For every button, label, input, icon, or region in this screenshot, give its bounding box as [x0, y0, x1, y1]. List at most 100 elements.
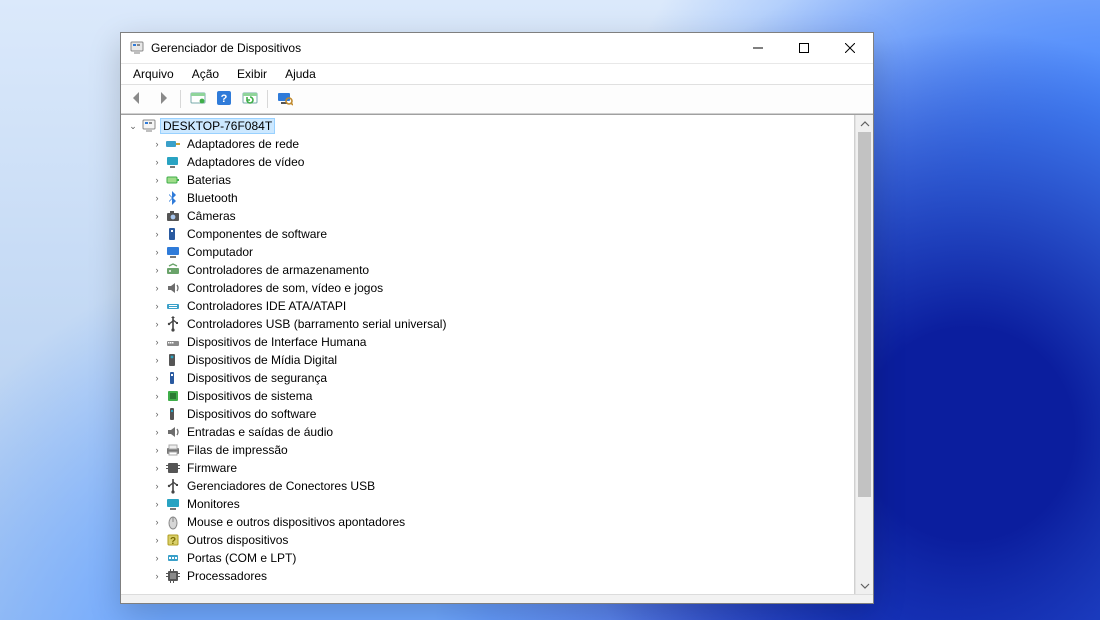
tree-category-node[interactable]: ›Computador	[121, 243, 854, 261]
tree-node-label: Dispositivos de Interface Humana	[187, 335, 366, 349]
print-queue-icon	[165, 442, 181, 458]
tree-category-node[interactable]: › Monitores	[121, 495, 854, 513]
scroll-track[interactable]	[856, 132, 873, 577]
tree-category-node[interactable]: › Dispositivos de Mídia Digital	[121, 351, 854, 369]
monitor-icon	[165, 496, 181, 512]
storage-controller-icon	[165, 262, 181, 278]
ide-controller-icon	[165, 298, 181, 314]
scan-button[interactable]	[273, 88, 297, 110]
scroll-thumb[interactable]	[858, 132, 871, 497]
expand-arrow-icon[interactable]: ›	[151, 246, 163, 258]
tree-category-node[interactable]: ›?Outros dispositivos	[121, 531, 854, 549]
system-device-icon	[165, 388, 181, 404]
menu-acao[interactable]: Ação	[184, 65, 227, 83]
sound-controller-icon	[165, 280, 181, 296]
expand-arrow-icon[interactable]: ›	[151, 480, 163, 492]
port-icon	[165, 550, 181, 566]
forward-button[interactable]	[151, 88, 175, 110]
expand-arrow-icon[interactable]: ›	[151, 138, 163, 150]
expand-arrow-icon[interactable]: ›	[151, 300, 163, 312]
expand-arrow-icon[interactable]: ›	[151, 462, 163, 474]
tree-node-label: Filas de impressão	[187, 443, 288, 457]
expand-arrow-icon[interactable]: ›	[151, 390, 163, 402]
maximize-button[interactable]	[781, 33, 827, 63]
tree-category-node[interactable]: › Controladores USB (barramento serial un…	[121, 315, 854, 333]
tree-category-node[interactable]: › Adaptadores de rede	[121, 135, 854, 153]
expand-arrow-icon[interactable]: ›	[151, 192, 163, 204]
tree-category-node[interactable]: › Dispositivos de Interface Humana	[121, 333, 854, 351]
tree-node-label: Adaptadores de rede	[187, 137, 299, 151]
computer-category-icon	[165, 244, 181, 260]
scroll-down-button[interactable]	[856, 577, 873, 594]
back-button[interactable]	[125, 88, 149, 110]
tree-category-node[interactable]: › Mouse e outros dispositivos apontadores	[121, 513, 854, 531]
expand-arrow-icon[interactable]: ›	[151, 156, 163, 168]
tree-node-label: Controladores USB (barramento serial uni…	[187, 317, 446, 331]
arrow-right-icon	[155, 90, 171, 109]
tree-node-label: Controladores de armazenamento	[187, 263, 369, 277]
expand-arrow-icon[interactable]: ›	[151, 444, 163, 456]
tree-category-node[interactable]: › Baterias	[121, 171, 854, 189]
tree-category-node[interactable]: ›Controladores de som, vídeo e jogos	[121, 279, 854, 297]
device-tree[interactable]: ⌄DESKTOP-76F084T › Adaptadores de rede ›Ada…	[121, 115, 854, 594]
tree-category-node[interactable]: ›Entradas e saídas de áudio	[121, 423, 854, 441]
computer-icon	[141, 118, 157, 134]
tree-node-label: Baterias	[187, 173, 231, 187]
expand-arrow-icon[interactable]: ›	[151, 534, 163, 546]
expand-arrow-icon[interactable]: ›	[151, 498, 163, 510]
menu-ajuda[interactable]: Ajuda	[277, 65, 324, 83]
tree-category-node[interactable]: ›Adaptadores de vídeo	[121, 153, 854, 171]
tree-node-label: Outros dispositivos	[187, 533, 288, 547]
monitor-scan-icon	[277, 90, 293, 109]
display-adapter-icon	[165, 154, 181, 170]
toolbar-separator	[267, 90, 268, 108]
minimize-button[interactable]	[735, 33, 781, 63]
tree-root-node[interactable]: ⌄DESKTOP-76F084T	[121, 117, 854, 135]
refresh-button[interactable]	[238, 88, 262, 110]
tree-category-node[interactable]: ›Firmware	[121, 459, 854, 477]
tree-node-label: Dispositivos de sistema	[187, 389, 312, 403]
expand-arrow-icon[interactable]: ›	[151, 426, 163, 438]
camera-icon	[165, 208, 181, 224]
expand-arrow-icon[interactable]: ›	[151, 318, 163, 330]
expand-arrow-icon[interactable]: ›	[151, 336, 163, 348]
tree-category-node[interactable]: ›Bluetooth	[121, 189, 854, 207]
expand-arrow-icon[interactable]: ›	[151, 552, 163, 564]
expand-arrow-icon[interactable]: ›	[151, 264, 163, 276]
tree-category-node[interactable]: ›Processadores	[121, 567, 854, 585]
vertical-scrollbar[interactable]	[855, 115, 873, 594]
expand-arrow-icon[interactable]: ›	[151, 228, 163, 240]
tree-category-node[interactable]: ›Câmeras	[121, 207, 854, 225]
tree-category-node[interactable]: ›Dispositivos de segurança	[121, 369, 854, 387]
titlebar[interactable]: Gerenciador de Dispositivos	[121, 33, 873, 64]
tree-category-node[interactable]: › Filas de impressão	[121, 441, 854, 459]
tree-category-node[interactable]: › Dispositivos de sistema	[121, 387, 854, 405]
expand-arrow-icon[interactable]: ›	[151, 372, 163, 384]
expand-arrow-icon[interactable]: ›	[151, 354, 163, 366]
expand-arrow-icon[interactable]: ›	[151, 408, 163, 420]
tree-category-node[interactable]: ›Portas (COM e LPT)	[121, 549, 854, 567]
menu-arquivo[interactable]: Arquivo	[125, 65, 182, 83]
tree-node-label: Monitores	[187, 497, 240, 511]
menu-exibir[interactable]: Exibir	[229, 65, 275, 83]
panel-refresh-icon	[242, 90, 258, 109]
tree-node-label: Dispositivos de Mídia Digital	[187, 353, 337, 367]
tree-category-node[interactable]: ›Dispositivos do software	[121, 405, 854, 423]
usb-controller-icon	[165, 316, 181, 332]
help-button[interactable]: ?	[212, 88, 236, 110]
expand-arrow-icon[interactable]: ›	[151, 282, 163, 294]
tree-category-node[interactable]: ›Gerenciadores de Conectores USB	[121, 477, 854, 495]
expand-arrow-icon[interactable]: ›	[151, 174, 163, 186]
tree-category-node[interactable]: ›Controladores IDE ATA/ATAPI	[121, 297, 854, 315]
expand-arrow-icon[interactable]: ›	[151, 570, 163, 582]
close-button[interactable]	[827, 33, 873, 63]
expand-arrow-icon[interactable]: ›	[151, 516, 163, 528]
expand-arrow-icon[interactable]: ›	[151, 210, 163, 222]
window-controls	[735, 33, 873, 63]
tree-category-node[interactable]: ›Componentes de software	[121, 225, 854, 243]
tree-category-node[interactable]: › Controladores de armazenamento	[121, 261, 854, 279]
tree-node-label: Mouse e outros dispositivos apontadores	[187, 515, 405, 529]
scroll-up-button[interactable]	[856, 115, 873, 132]
show-hidden-button[interactable]	[186, 88, 210, 110]
collapse-arrow-icon[interactable]: ⌄	[127, 120, 139, 132]
